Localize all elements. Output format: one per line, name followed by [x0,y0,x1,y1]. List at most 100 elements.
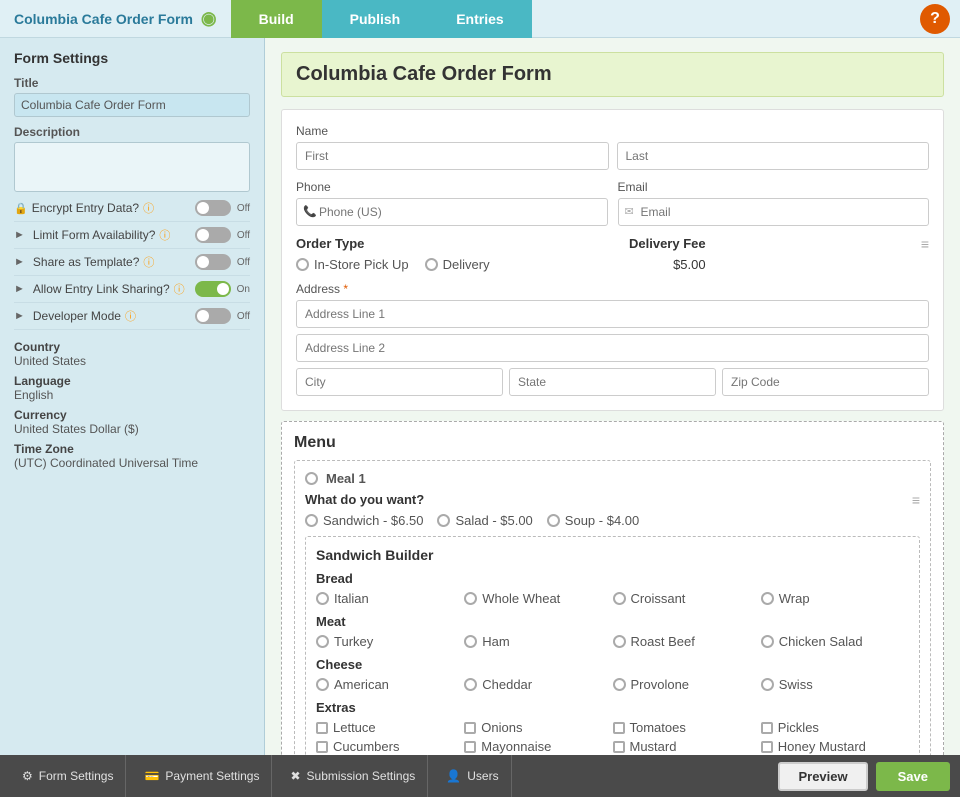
cheese-swiss[interactable]: Swiss [761,677,909,692]
meat-chicken-salad[interactable]: Chicken Salad [761,634,909,649]
form-settings-tab[interactable]: ⚙ Form Settings [10,755,126,797]
tab-entries[interactable]: Entries [428,0,531,38]
dev-info-icon: ⓘ [125,308,136,324]
salad-option[interactable]: Salad - $5.00 [437,513,532,528]
cheese-provolone[interactable]: Provolone [613,677,761,692]
name-row: Name [296,124,929,170]
meat-ham[interactable]: Ham [464,634,612,649]
bread-wrap[interactable]: Wrap [761,591,909,606]
help-button[interactable]: ? [920,4,950,34]
soup-radio[interactable] [547,514,560,527]
order-delivery-row: Order Type In-Store Pick Up Delivery [296,236,929,272]
salad-label: Salad - $5.00 [455,513,532,528]
delivery-option[interactable]: Delivery [425,257,490,272]
extra-honey-mustard[interactable]: Honey Mustard [761,739,909,754]
email-label: Email [618,180,930,194]
top-header: Columbia Cafe Order Form ◉ Build Publish… [0,0,960,38]
address-line1-row [296,300,929,328]
extra-cucumbers[interactable]: Cucumbers [316,739,464,754]
entry-label: Allow Entry Link Sharing? [33,282,170,296]
sandwich-radio[interactable] [305,514,318,527]
first-name-input[interactable] [296,142,609,170]
last-name-input[interactable] [617,142,930,170]
toggle-developer: ► Developer Mode ⓘ Off [14,303,250,330]
payment-settings-icon: 💳 [144,769,159,783]
state-input[interactable] [509,368,716,396]
preview-button[interactable]: Preview [778,762,867,791]
cheese-options: American Cheddar Provolone Swiss [316,677,909,692]
extras-group: Extras Lettuce Onions Tomatoes Pickles C… [316,700,909,755]
bread-italian[interactable]: Italian [316,591,464,606]
zip-input[interactable] [722,368,929,396]
bread-group: Bread Italian Whole Wheat Croissant Wrap [316,571,909,606]
extras-options: Lettuce Onions Tomatoes Pickles Cucumber… [316,720,909,755]
extra-mustard[interactable]: Mustard [613,739,761,754]
entry-toggle[interactable] [195,281,231,297]
phone-field: Phone 📞 [296,180,608,226]
meal-header: Meal 1 [305,471,920,486]
submission-settings-tab[interactable]: ✖ Submission Settings [278,755,428,797]
nav-tabs: Build Publish Entries [231,0,920,38]
title-input[interactable] [14,93,250,117]
meat-group: Meat Turkey Ham Roast Beef Chicken Salad [316,614,909,649]
save-button[interactable]: Save [876,762,950,791]
extra-pickles[interactable]: Pickles [761,720,909,735]
share-toggle[interactable] [195,254,231,270]
in-store-option[interactable]: In-Store Pick Up [296,257,409,272]
lock-icon: 🔒 [14,202,28,215]
extra-tomatoes[interactable]: Tomatoes [613,720,761,735]
limit-toggle[interactable] [195,227,231,243]
meat-label: Meat [316,614,909,629]
cheese-label: Cheese [316,657,909,672]
payment-settings-tab[interactable]: 💳 Payment Settings [132,755,272,797]
meat-turkey[interactable]: Turkey [316,634,464,649]
sandwich-option[interactable]: Sandwich - $6.50 [305,513,423,528]
cheese-cheddar[interactable]: Cheddar [464,677,612,692]
tab-build[interactable]: Build [231,0,322,38]
app-title: Columbia Cafe Order Form ◉ [0,8,231,29]
address-line2-input[interactable] [296,334,929,362]
submission-settings-label: Submission Settings [307,769,416,783]
bread-label: Bread [316,571,909,586]
city-input[interactable] [296,368,503,396]
extra-lettuce[interactable]: Lettuce [316,720,464,735]
extra-onions[interactable]: Onions [464,720,612,735]
sidebar-info: Country United States Language English C… [14,340,250,470]
meat-roast-beef[interactable]: Roast Beef [613,634,761,649]
description-input[interactable] [14,142,250,192]
users-icon: 👤 [446,769,461,783]
in-store-radio[interactable] [296,258,309,271]
salad-radio[interactable] [437,514,450,527]
address-section: Address * [296,282,929,396]
extra-mayo[interactable]: Mayonnaise [464,739,612,754]
phone-input[interactable] [296,198,608,226]
title-label: Title [14,76,250,90]
order-type-options: In-Store Pick Up Delivery [296,257,629,272]
email-input[interactable] [618,198,930,226]
bottom-bar: ⚙ Form Settings 💳 Payment Settings ✖ Sub… [0,755,960,797]
tab-publish[interactable]: Publish [322,0,429,38]
sandwich-builder: Sandwich Builder Bread Italian Whole Whe… [305,536,920,755]
email-icon: ✉ [625,205,634,218]
delivery-label: Delivery [443,257,490,272]
cheese-american[interactable]: American [316,677,464,692]
language-row: Language English [14,374,250,402]
delivery-radio[interactable] [425,258,438,271]
share-label: Share as Template? [33,255,140,269]
payment-settings-label: Payment Settings [165,769,259,783]
address-line1-input[interactable] [296,300,929,328]
phone-label: Phone [296,180,608,194]
encrypt-toggle[interactable] [195,200,231,216]
bread-croissant[interactable]: Croissant [613,591,761,606]
encrypt-label: Encrypt Entry Data? [32,201,139,215]
dev-toggle[interactable] [195,308,231,324]
meal-options: Sandwich - $6.50 Salad - $5.00 Soup - $4… [305,513,920,528]
toggle-share: ► Share as Template? ⓘ Off [14,249,250,276]
name-field: Name [296,124,929,170]
phone-email-row: Phone 📞 Email ✉ [296,180,929,226]
users-tab[interactable]: 👤 Users [434,755,511,797]
bread-options: Italian Whole Wheat Croissant Wrap [316,591,909,606]
soup-option[interactable]: Soup - $4.00 [547,513,639,528]
bread-wheat[interactable]: Whole Wheat [464,591,612,606]
dev-label: Developer Mode [33,309,121,323]
